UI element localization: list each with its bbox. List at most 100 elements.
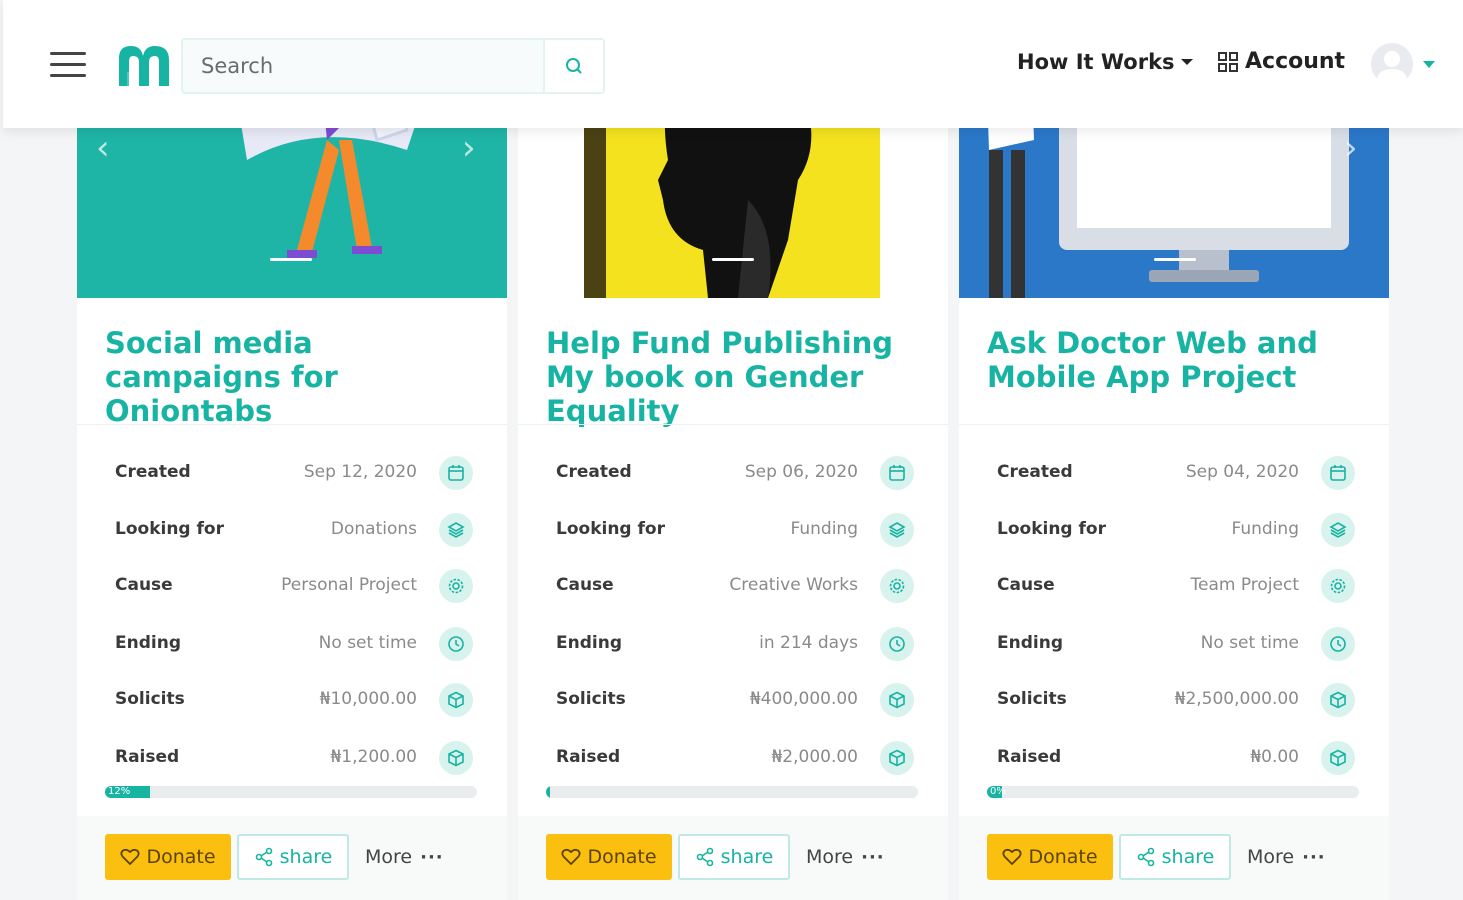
more-label: More xyxy=(806,846,854,868)
layers-icon xyxy=(1321,513,1355,547)
box-icon xyxy=(1321,683,1355,717)
donate-label: Donate xyxy=(146,846,216,868)
detail-label: Created xyxy=(115,462,191,482)
detail-label: Looking for xyxy=(997,519,1106,539)
progress-fill: 0% xyxy=(987,786,1006,798)
account-menu[interactable]: Account xyxy=(1217,49,1345,74)
detail-value: Sep 12, 2020 xyxy=(303,462,417,482)
share-button[interactable]: share xyxy=(678,834,790,880)
divider xyxy=(959,424,1389,425)
card-footer: Donate share More ··· xyxy=(518,816,948,900)
menu-icon[interactable] xyxy=(50,50,86,78)
detail-row-raised: Raised ₦0.00 xyxy=(997,741,1355,775)
detail-value: Funding xyxy=(1231,519,1299,539)
detail-value: ₦2,000.00 xyxy=(771,747,858,767)
slide-indicator[interactable] xyxy=(270,258,312,261)
calendar-icon xyxy=(439,456,473,490)
detail-row-looking-for: Looking for Donations xyxy=(115,513,473,547)
detail-value: No set time xyxy=(318,633,417,653)
detail-value: ₦400,000.00 xyxy=(749,689,858,709)
card-footer: Donate share More ··· xyxy=(77,816,507,900)
box-icon xyxy=(439,683,473,717)
detail-value: ₦1,200.00 xyxy=(330,747,417,767)
search-button[interactable] xyxy=(543,40,603,92)
share-button[interactable]: share xyxy=(237,834,349,880)
share-label: share xyxy=(279,846,333,868)
detail-label: Solicits xyxy=(556,689,626,709)
progress-fill: 12% xyxy=(105,786,150,798)
more-button[interactable]: More ··· xyxy=(806,846,885,868)
detail-value: ₦10,000.00 xyxy=(319,689,417,709)
avatar[interactable] xyxy=(1371,43,1413,85)
share-button[interactable]: share xyxy=(1119,834,1231,880)
detail-row-cause: Cause Team Project xyxy=(997,569,1355,603)
gear-icon xyxy=(1321,569,1355,603)
campaign-title[interactable]: Help Fund Publishing My book on Gender E… xyxy=(546,326,926,428)
donate-button[interactable]: Donate xyxy=(987,834,1113,880)
detail-label: Ending xyxy=(115,633,181,653)
detail-label: Solicits xyxy=(997,689,1067,709)
top-navbar: How It Works Account xyxy=(3,0,1463,128)
campaign-card-3: Ask Doctor Web and Mobile App Project Cr… xyxy=(959,0,1389,900)
share-icon xyxy=(255,847,272,867)
heart-icon xyxy=(120,848,140,866)
donate-button[interactable]: Donate xyxy=(105,834,231,880)
detail-label: Cause xyxy=(115,575,173,595)
box-icon xyxy=(439,741,473,775)
clock-icon xyxy=(880,627,914,661)
detail-value: Donations xyxy=(330,519,417,539)
carousel-next-icon[interactable]: › xyxy=(462,128,476,168)
campaign-title[interactable]: Social media campaigns for Oniontabs xyxy=(105,326,485,428)
heart-icon xyxy=(561,848,581,866)
detail-label: Created xyxy=(997,462,1073,482)
donate-label: Donate xyxy=(1028,846,1098,868)
detail-label: Cause xyxy=(556,575,614,595)
detail-row-created: Created Sep 06, 2020 xyxy=(556,456,914,490)
detail-value: in 214 days xyxy=(759,633,858,653)
funding-progress-bar: 0% xyxy=(987,786,1359,798)
campaign-title[interactable]: Ask Doctor Web and Mobile App Project xyxy=(987,326,1367,394)
more-dots-icon: ··· xyxy=(861,846,885,868)
campaign-card-1: Social media campaigns for Oniontabs Cre… xyxy=(77,0,507,900)
clock-icon xyxy=(1321,627,1355,661)
campaign-card-2: Help Fund Publishing My book on Gender E… xyxy=(518,0,948,900)
detail-row-cause: Cause Creative Works xyxy=(556,569,914,603)
donate-button[interactable]: Donate xyxy=(546,834,672,880)
layers-icon xyxy=(880,513,914,547)
detail-label: Ending xyxy=(997,633,1063,653)
gear-icon xyxy=(880,569,914,603)
chevron-down-icon xyxy=(1180,59,1193,65)
search-input[interactable] xyxy=(183,40,545,92)
more-button[interactable]: More ··· xyxy=(365,846,444,868)
share-label: share xyxy=(1161,846,1215,868)
slide-indicator[interactable] xyxy=(1154,258,1196,261)
box-icon xyxy=(880,741,914,775)
detail-row-ending: Ending No set time xyxy=(115,627,473,661)
detail-label: Looking for xyxy=(115,519,224,539)
detail-label: Raised xyxy=(115,747,180,767)
carousel-prev-icon[interactable]: ‹ xyxy=(96,128,110,168)
detail-row-ending: Ending in 214 days xyxy=(556,627,914,661)
how-it-works-menu[interactable]: How It Works xyxy=(1017,50,1193,74)
detail-label: Cause xyxy=(997,575,1055,595)
calendar-icon xyxy=(880,456,914,490)
detail-row-solicits: Solicits ₦2,500,000.00 xyxy=(997,683,1355,717)
grid-icon xyxy=(1218,51,1238,72)
detail-row-ending: Ending No set time xyxy=(997,627,1355,661)
detail-label: Raised xyxy=(997,747,1062,767)
calendar-icon xyxy=(1321,456,1355,490)
detail-value: Team Project xyxy=(1190,575,1300,595)
layers-icon xyxy=(439,513,473,547)
more-button[interactable]: More ··· xyxy=(1247,846,1326,868)
progress-fill xyxy=(546,786,551,798)
detail-row-looking-for: Looking for Funding xyxy=(556,513,914,547)
more-label: More xyxy=(1247,846,1295,868)
slide-indicator[interactable] xyxy=(712,258,754,261)
detail-row-cause: Cause Personal Project xyxy=(115,569,473,603)
more-dots-icon: ··· xyxy=(1302,846,1326,868)
detail-label: Solicits xyxy=(115,689,185,709)
carousel-next-icon[interactable]: › xyxy=(1344,128,1358,168)
avatar-chevron-icon[interactable] xyxy=(1423,61,1435,68)
detail-value: Sep 06, 2020 xyxy=(744,462,858,482)
site-logo[interactable] xyxy=(115,42,173,88)
